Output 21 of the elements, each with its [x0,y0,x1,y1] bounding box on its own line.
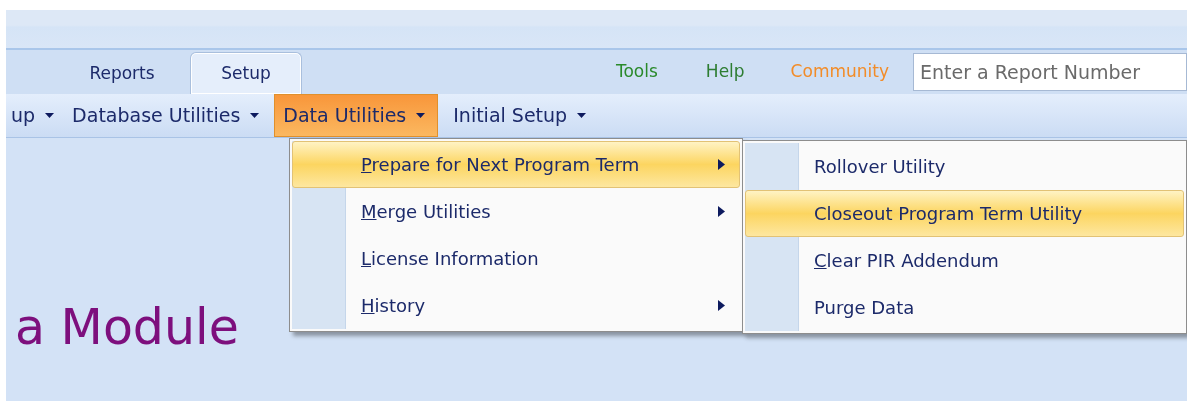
menu-item[interactable]: Merge Utilities [292,188,740,235]
menu-item[interactable]: Prepare for Next Program Term [292,141,740,188]
caret-icon [577,113,587,118]
caret-icon [250,113,260,118]
tab[interactable]: Reports [58,51,186,94]
menu-item[interactable]: History [292,282,740,329]
caret-icon [416,113,426,118]
caret-icon [45,113,55,118]
module-heading: a Module [15,303,239,352]
toolbar-menu[interactable]: Database Utilities [63,94,269,137]
menu-item[interactable]: Purge Data [745,284,1184,331]
menu-item[interactable]: Clear PIR Addendum [745,237,1184,284]
menu-item[interactable]: Rollover Utility [745,143,1184,190]
top-link[interactable]: Help [705,59,745,85]
toolbar-menu[interactable]: Data Utilities [274,94,439,137]
report-number-field[interactable]: Enter a Report Number [913,53,1187,91]
menu-item[interactable]: License Information [292,235,740,282]
tab[interactable]: Setup [190,51,302,94]
toolbar-menu[interactable]: Initial Setup [444,94,596,137]
toolbar-menu[interactable]: up [6,94,64,137]
menu-item[interactable]: Closeout Program Term Utility [745,190,1184,237]
